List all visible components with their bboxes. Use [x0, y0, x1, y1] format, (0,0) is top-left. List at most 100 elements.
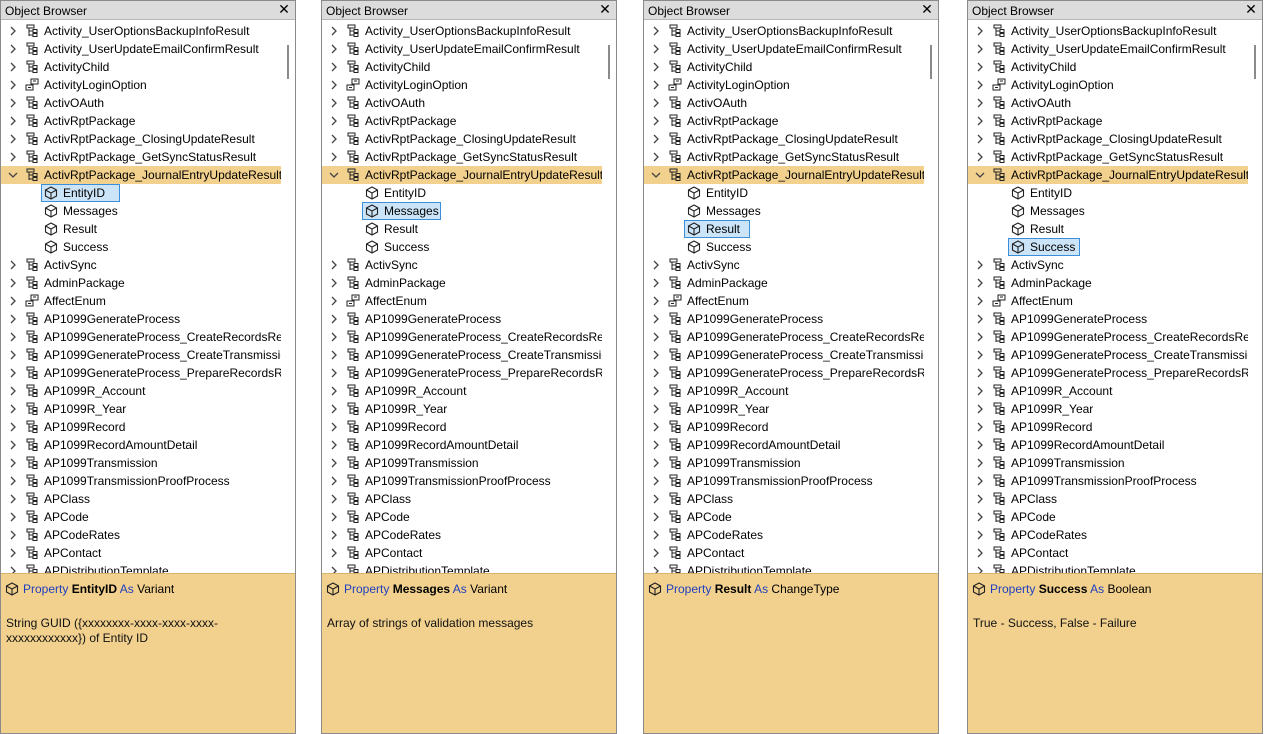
- tree-row[interactable]: APContact: [968, 544, 1250, 562]
- chevron-right-icon[interactable]: [7, 439, 19, 451]
- tree-row[interactable]: ActivRptPackage: [322, 112, 604, 130]
- chevron-right-icon[interactable]: [650, 565, 662, 573]
- chevron-right-icon[interactable]: [650, 277, 662, 289]
- scrollbar-thumb[interactable]: [930, 45, 932, 79]
- tree-row[interactable]: AP1099Record: [322, 418, 604, 436]
- tree-row[interactable]: AffectEnum: [968, 292, 1250, 310]
- chevron-right-icon[interactable]: [328, 151, 340, 163]
- tree-row[interactable]: ActivSync: [322, 256, 604, 274]
- chevron-right-icon[interactable]: [974, 331, 986, 343]
- chevron-right-icon[interactable]: [650, 457, 662, 469]
- tree-child-row[interactable]: Result: [322, 220, 604, 238]
- tree-row[interactable]: AP1099GenerateProcess_PrepareRecordsResu…: [1, 364, 295, 382]
- chevron-right-icon[interactable]: [7, 511, 19, 523]
- chevron-right-icon[interactable]: [328, 115, 340, 127]
- tree-row[interactable]: APCode: [322, 508, 604, 526]
- chevron-right-icon[interactable]: [328, 295, 340, 307]
- tree-row[interactable]: ActivRptPackage_GetSyncStatusResult: [968, 148, 1250, 166]
- chevron-right-icon[interactable]: [974, 133, 986, 145]
- chevron-right-icon[interactable]: [650, 475, 662, 487]
- tree-row[interactable]: APDistributionTemplate: [1, 562, 283, 573]
- chevron-right-icon[interactable]: [650, 421, 662, 433]
- tree-row[interactable]: ActivityChild: [644, 58, 926, 76]
- tree-row[interactable]: ActivOAuth: [968, 94, 1250, 112]
- object-tree[interactable]: Activity_UserOptionsBackupInfoResult Acti…: [322, 21, 616, 573]
- tree-row[interactable]: APDistributionTemplate: [644, 562, 926, 573]
- vertical-scrollbar[interactable]: [1248, 21, 1262, 573]
- tree-row[interactable]: AP1099GenerateProcess_CreateTransmission…: [968, 346, 1262, 364]
- tree-row[interactable]: APCodeRates: [968, 526, 1250, 544]
- tree-row[interactable]: AP1099GenerateProcess: [968, 310, 1250, 328]
- chevron-right-icon[interactable]: [650, 25, 662, 37]
- chevron-right-icon[interactable]: [650, 403, 662, 415]
- tree-row[interactable]: ActivRptPackage_JournalEntryUpdateResult: [968, 166, 1250, 184]
- tree-row[interactable]: AP1099RecordAmountDetail: [644, 436, 926, 454]
- tree-child-row[interactable]: Result: [1, 220, 283, 238]
- tree-child-row[interactable]: EntityID: [1, 184, 283, 202]
- tree-row[interactable]: AP1099GenerateProcess_CreateRecordsResul…: [644, 328, 938, 346]
- tree-row[interactable]: AdminPackage: [1, 274, 283, 292]
- chevron-right-icon[interactable]: [7, 295, 19, 307]
- chevron-right-icon[interactable]: [328, 259, 340, 271]
- tree-row[interactable]: AP1099GenerateProcess_CreateRecordsResul…: [968, 328, 1262, 346]
- chevron-right-icon[interactable]: [974, 457, 986, 469]
- chevron-right-icon[interactable]: [328, 403, 340, 415]
- tree-row[interactable]: ActivityChild: [1, 58, 283, 76]
- tree-row[interactable]: ActivityLoginOption: [322, 76, 604, 94]
- chevron-right-icon[interactable]: [7, 43, 19, 55]
- chevron-right-icon[interactable]: [650, 295, 662, 307]
- tree-row[interactable]: Activity_UserUpdateEmailConfirmResult: [1, 40, 283, 58]
- tree-row[interactable]: AP1099GenerateProcess_PrepareRecordsResu…: [644, 364, 938, 382]
- chevron-right-icon[interactable]: [7, 565, 19, 573]
- tree-row[interactable]: AP1099GenerateProcess_CreateRecordsResul…: [1, 328, 295, 346]
- chevron-right-icon[interactable]: [650, 79, 662, 91]
- chevron-right-icon[interactable]: [974, 61, 986, 73]
- tree-row[interactable]: AP1099GenerateProcess_CreateTransmission…: [644, 346, 938, 364]
- tree-row[interactable]: ActivityLoginOption: [644, 76, 926, 94]
- chevron-right-icon[interactable]: [7, 277, 19, 289]
- tree-row[interactable]: ActivRptPackage_JournalEntryUpdateResult: [644, 166, 926, 184]
- chevron-right-icon[interactable]: [328, 385, 340, 397]
- scrollbar-thumb[interactable]: [1254, 45, 1256, 79]
- chevron-right-icon[interactable]: [974, 367, 986, 379]
- chevron-right-icon[interactable]: [328, 565, 340, 573]
- chevron-right-icon[interactable]: [328, 43, 340, 55]
- chevron-right-icon[interactable]: [974, 277, 986, 289]
- tree-row[interactable]: APClass: [968, 490, 1250, 508]
- chevron-right-icon[interactable]: [974, 295, 986, 307]
- chevron-right-icon[interactable]: [650, 493, 662, 505]
- chevron-right-icon[interactable]: [328, 79, 340, 91]
- chevron-down-icon[interactable]: [328, 169, 340, 181]
- tree-row[interactable]: AffectEnum: [322, 292, 604, 310]
- tree-row[interactable]: AP1099R_Account: [1, 382, 283, 400]
- tree-row[interactable]: AP1099R_Year: [1, 400, 283, 418]
- chevron-right-icon[interactable]: [7, 349, 19, 361]
- chevron-right-icon[interactable]: [974, 43, 986, 55]
- vertical-scrollbar[interactable]: [602, 21, 616, 573]
- tree-row[interactable]: AP1099TransmissionProofProcess: [322, 472, 604, 490]
- tree-row[interactable]: ActivSync: [1, 256, 283, 274]
- tree-row[interactable]: AP1099R_Year: [644, 400, 926, 418]
- chevron-right-icon[interactable]: [328, 493, 340, 505]
- chevron-right-icon[interactable]: [328, 475, 340, 487]
- tree-child-row[interactable]: Messages: [968, 202, 1250, 220]
- chevron-right-icon[interactable]: [974, 79, 986, 91]
- chevron-right-icon[interactable]: [974, 421, 986, 433]
- tree-row[interactable]: AP1099Record: [644, 418, 926, 436]
- chevron-right-icon[interactable]: [328, 277, 340, 289]
- close-icon[interactable]: ✕: [277, 2, 291, 16]
- chevron-right-icon[interactable]: [7, 25, 19, 37]
- scrollbar-thumb[interactable]: [608, 45, 610, 79]
- tree-row[interactable]: Activity_UserOptionsBackupInfoResult: [1, 22, 283, 40]
- tree-row[interactable]: Activity_UserOptionsBackupInfoResult: [322, 22, 604, 40]
- tree-row[interactable]: Activity_UserOptionsBackupInfoResult: [644, 22, 926, 40]
- chevron-right-icon[interactable]: [650, 331, 662, 343]
- chevron-right-icon[interactable]: [328, 547, 340, 559]
- chevron-right-icon[interactable]: [328, 331, 340, 343]
- tree-row[interactable]: AP1099Transmission: [968, 454, 1250, 472]
- chevron-right-icon[interactable]: [974, 115, 986, 127]
- tree-row[interactable]: AP1099TransmissionProofProcess: [644, 472, 926, 490]
- tree-row[interactable]: AP1099R_Year: [322, 400, 604, 418]
- tree-row[interactable]: AP1099Transmission: [322, 454, 604, 472]
- chevron-right-icon[interactable]: [974, 403, 986, 415]
